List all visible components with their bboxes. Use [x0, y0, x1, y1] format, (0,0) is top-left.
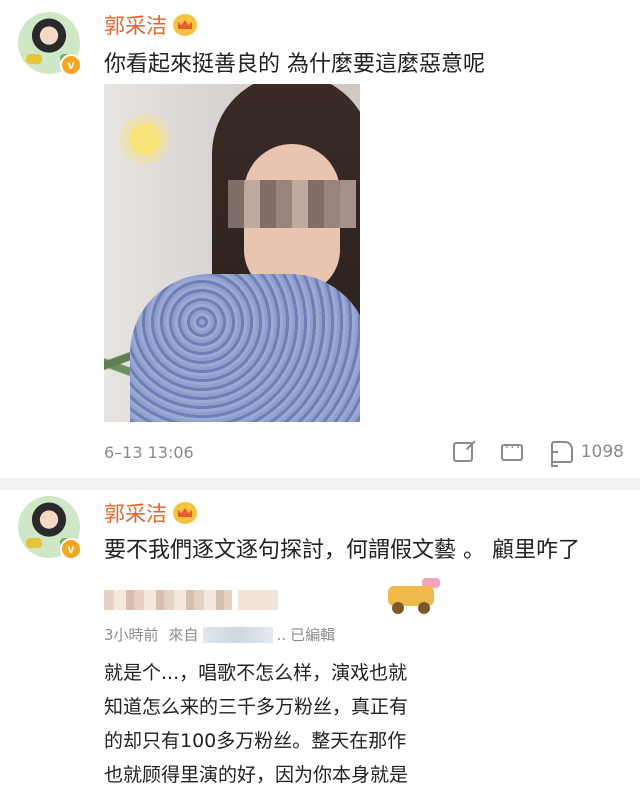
flower-decoration: [26, 54, 42, 64]
post-text: 要不我們逐文逐句探討，何謂假文藝 。 顧里咋了: [104, 538, 580, 563]
username-text[interactable]: 郭采洁: [104, 10, 167, 40]
quoted-edited: 已編輯: [290, 626, 336, 644]
dress: [130, 274, 360, 422]
post-photo[interactable]: [104, 84, 360, 422]
quoted-line: 知道怎么来的三千多万粉丝，真正有: [104, 696, 409, 718]
blurred-source: [202, 626, 273, 643]
username[interactable]: 郭采洁: [104, 498, 197, 528]
quoted-line: 也就顾得里演的好，因为你本身就是: [104, 764, 409, 786]
quoted-time: 3小時前: [104, 626, 159, 644]
quoted-meta: 3小時前 來自 .. 已編輯: [104, 624, 335, 645]
crown-icon: [173, 502, 197, 524]
post-1: v 郭采洁 你看起來挺善良的 為什麼要這麼惡意呢 6–13 13:06 1098: [0, 0, 640, 478]
comment-icon: [500, 440, 523, 461]
timestamp: 6–13 13:06: [104, 442, 194, 462]
quoted-screenshot[interactable]: 3小時前 來自 .. 已編輯 就是个...，唱歌不怎么样，演戏也就 知道怎么来的…: [104, 576, 460, 805]
quoted-from-label: 來自: [168, 626, 199, 644]
quoted-ellipsis: ..: [276, 625, 287, 644]
truck-sticker-icon: [386, 576, 442, 614]
verified-badge-icon: v: [60, 54, 82, 76]
blurred-username: [104, 590, 232, 610]
flower-decoration: [26, 538, 42, 548]
mosaic-blur: [228, 180, 356, 228]
quoted-line: 的却只有100多万粉丝。整天在那作: [104, 730, 407, 752]
action-bar: 1098: [452, 440, 624, 467]
post-text: 你看起來挺善良的 為什麼要這麼惡意呢: [104, 52, 485, 77]
comment-button[interactable]: [500, 440, 523, 461]
sun-sticker: [120, 114, 170, 164]
verified-badge-icon: v: [60, 538, 82, 560]
avatar[interactable]: v: [18, 12, 82, 76]
thumbs-up-icon: [550, 441, 573, 467]
like-count: 1098: [580, 442, 624, 462]
post-meta-row: 6–13 13:06 1098: [104, 437, 624, 467]
share-button[interactable]: [452, 442, 473, 462]
quoted-line: 就是个...，唱歌不怎么样，演戏也就: [104, 662, 408, 684]
username[interactable]: 郭采洁: [104, 10, 197, 40]
blurred-badge: [238, 590, 278, 610]
like-button[interactable]: 1098: [550, 441, 624, 467]
share-icon: [452, 442, 473, 462]
username-text[interactable]: 郭采洁: [104, 498, 167, 528]
divider: [0, 478, 640, 490]
avatar[interactable]: v: [18, 496, 82, 560]
crown-icon: [173, 14, 197, 36]
